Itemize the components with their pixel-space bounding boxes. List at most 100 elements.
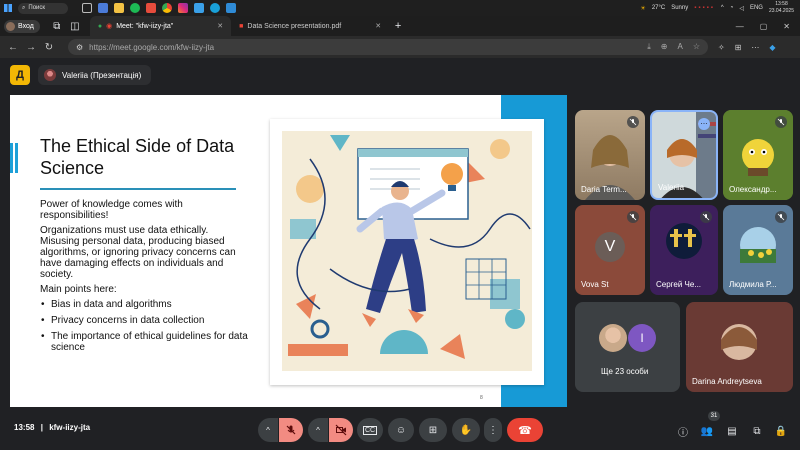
language-indicator[interactable]: ENG [750,5,763,11]
close-tab-icon[interactable]: ✕ [217,22,223,30]
participant-name: Darina Andreytseva [692,377,762,386]
windows-start-button[interactable] [0,0,16,16]
app-icon-1[interactable] [98,3,108,13]
reload-icon[interactable]: ↻ [40,42,58,53]
search-icon: ⌕ [22,4,26,11]
app-logo-icon: Д [10,65,30,85]
tab-meet-label: Meet: "kfw-iizy-jta" [116,22,174,30]
audio-options-button[interactable]: ^ [258,418,278,442]
site-info-icon[interactable]: ⚙ [76,43,83,52]
participant-tile[interactable]: V Vova St [575,205,645,295]
more-menu-icon[interactable]: ⋯ [751,43,759,52]
copilot-icon[interactable]: ◆ [769,43,775,52]
participant-tile[interactable]: Людмила Р... [723,205,793,295]
emoji-icon: ☺ [395,424,407,436]
host-controls-icon[interactable]: 🔒 [774,424,788,438]
slide-title-underline [40,188,236,190]
download-icon[interactable]: ⤓ [647,42,651,52]
meet-control-bar: 13:58 | kfw-iizy-jta ^ ^ CC ☺ ⊞ ✋ ⋮ ☎ ⓘ … [0,410,800,450]
leave-call-button[interactable]: ☎ [507,418,543,442]
url-text: https://meet.google.com/kfw-iizy-jta [89,42,215,52]
window-controls: — ▢ ✕ [736,22,800,31]
profile-button[interactable]: Вход [4,19,40,33]
mic-off-icon [700,211,712,223]
tray-icons[interactable]: ▪▪▪▪▪ [694,5,715,11]
instagram-icon[interactable] [178,3,188,13]
maximize-icon[interactable]: ▢ [760,22,768,31]
present-icon: ⊞ [428,424,438,436]
raise-hand-button[interactable]: ✋ [452,418,480,442]
pdf-icon: ■ [239,22,244,30]
reactions-button[interactable]: ☺ [388,418,414,442]
activities-icon[interactable]: ⧉ [750,424,764,438]
video-options-button[interactable]: ^ [308,418,328,442]
chrome-icon[interactable] [162,3,172,13]
slide-title: The Ethical Side of Data Science [40,136,235,178]
presenter-chip[interactable]: Valeriia (Презентація) [38,65,152,85]
tab-actions-icon[interactable]: ⧉ [48,21,66,32]
hand-icon: ✋ [459,424,473,436]
tab-pdf[interactable]: ■ Data Science presentation.pdf ✕ [231,16,389,36]
camera-toggle-button[interactable] [329,418,353,442]
participant-tile[interactable]: Darina Andreytseva [686,302,793,392]
more-options-button[interactable]: ⋮ [484,418,502,442]
favorites-icon[interactable]: ✧ [718,43,725,52]
new-tab-icon[interactable]: + [389,20,407,32]
slide-main-points-label: Main points here: [40,284,117,295]
participant-name: Людмила Р... [729,280,777,289]
bookmark-icon[interactable]: ☆ [693,42,700,52]
slide-paragraph: Organizations must use data ethically. M… [40,225,236,280]
reader-icon[interactable]: A [677,42,682,52]
tab-meet[interactable]: ● ◉ Meet: "kfw-iizy-jta" ✕ [89,16,232,36]
meeting-time: 13:58 [14,423,35,432]
app-icon-3[interactable] [194,3,204,13]
wifi-icon[interactable]: ◔ [730,5,734,11]
clock[interactable]: 13:58 23.04.2025 [769,1,794,15]
back-icon[interactable]: ← [4,42,22,53]
participant-tile[interactable]: Олександр... [723,110,793,200]
browser-actions: ✧ ⊞ ⋯ ◆ [718,43,776,52]
mic-off-icon [775,116,787,128]
task-view-icon[interactable] [82,3,92,13]
collections-icon[interactable]: ⊞ [735,43,742,52]
clock-time: 13:58 [775,1,788,7]
close-window-icon[interactable]: ✕ [783,22,790,31]
more-participants-tile[interactable]: I Ще 23 особи [575,302,680,392]
history-icon[interactable]: ◫ [66,21,84,32]
zoom-icon[interactable]: ⊕ [661,42,668,52]
mic-off-icon [627,211,639,223]
chevron-up-icon: ^ [266,425,270,435]
taskbar-search-placeholder: Поиск [28,5,46,11]
microphone-toggle-button[interactable] [279,418,303,442]
participant-avatar [599,324,627,352]
participant-name: Valeriia [658,183,685,192]
minimize-icon[interactable]: — [736,22,744,31]
spotify-icon[interactable] [130,3,140,13]
meeting-info: 13:58 | kfw-iizy-jta [14,423,90,432]
present-screen-button[interactable]: ⊞ [419,418,447,442]
slide-intro: Power of knowledge comes with responsibi… [40,199,183,221]
participant-tile[interactable]: Сергей Че... [650,205,718,295]
close-tab-icon[interactable]: ✕ [375,22,381,30]
edge-icon[interactable] [210,3,220,13]
app-icon-4[interactable] [226,3,236,13]
file-explorer-icon[interactable] [114,3,124,13]
address-bar-row: ← → ↻ ⚙ https://meet.google.com/kfw-iizy… [0,36,800,58]
slide-accent-bar [10,143,18,173]
profile-label: Вход [18,22,34,30]
captions-button[interactable]: CC [357,418,383,442]
taskbar-search[interactable]: ⌕ Поиск [18,2,68,14]
forward-icon[interactable]: → [22,42,40,53]
participant-tile[interactable]: Daria Term... [575,110,645,200]
app-icon-2[interactable] [146,3,156,13]
more-participants-label: Ще 23 особи [601,367,649,376]
more-options-icon[interactable]: ⋯ [698,118,710,130]
chat-icon[interactable]: ▤ [725,424,739,438]
chevron-up-icon[interactable]: ^ [721,5,724,11]
omnibox[interactable]: ⚙ https://meet.google.com/kfw-iizy-jta ⤓… [68,39,708,55]
volume-icon[interactable]: ◁ [739,5,744,12]
weather-desc: Sunny [671,5,689,11]
people-icon[interactable]: 👥 [700,424,714,438]
participant-tile-active[interactable]: ⋯ Valeriia [650,110,718,200]
meeting-details-icon[interactable]: ⓘ [676,424,690,439]
